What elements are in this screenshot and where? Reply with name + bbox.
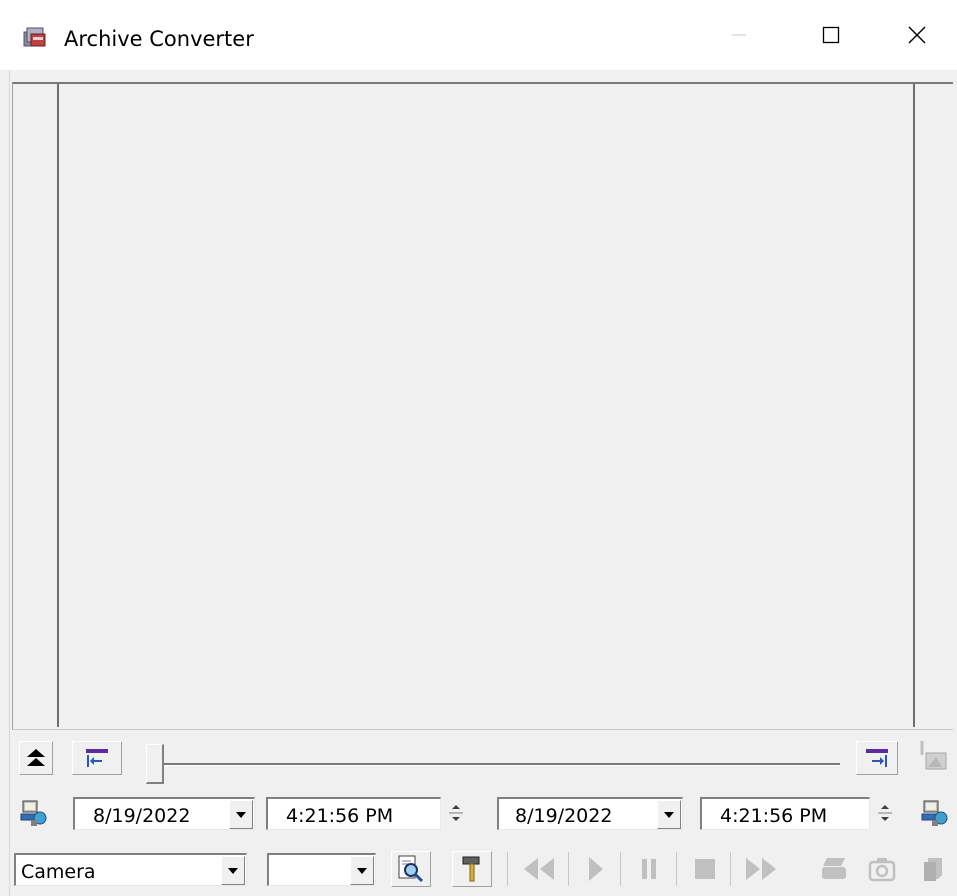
collapse-button[interactable] [19, 741, 53, 775]
spinner-up-down-icon [449, 805, 463, 821]
close-icon [908, 26, 926, 44]
start-time-field[interactable]: 4:21:56 PM [266, 797, 441, 830]
connect-right-button[interactable] [916, 796, 954, 830]
set-end-button[interactable] [856, 741, 898, 775]
source-select[interactable]: Camera [14, 853, 247, 886]
end-time-spinner[interactable] [870, 797, 900, 831]
pause-button[interactable] [627, 851, 671, 887]
title-bar: Archive Converter [0, 0, 957, 70]
play-icon [589, 857, 603, 881]
double-up-arrow-icon [27, 749, 45, 766]
maximize-icon [822, 26, 840, 44]
end-date-value: 8/19/2022 [515, 805, 613, 827]
toolbar-separator [730, 852, 731, 886]
export-image-icon [920, 741, 947, 770]
toolbar-separator [507, 852, 508, 886]
maximize-button[interactable] [785, 0, 877, 70]
window-left-border [0, 70, 10, 896]
play-button[interactable] [573, 851, 617, 887]
stop-icon [695, 859, 715, 879]
copy-button[interactable] [912, 851, 954, 887]
source-select-value: Camera [21, 861, 96, 883]
server-connect-icon [20, 800, 47, 826]
start-date-dropdown-button[interactable] [229, 800, 253, 829]
chevron-down-icon [664, 811, 674, 818]
end-time-value: 4:21:56 PM [720, 805, 828, 827]
rewind-button[interactable] [513, 851, 565, 887]
pause-icon [642, 859, 656, 879]
toolbar-separator [620, 852, 621, 886]
rewind-icon [524, 858, 554, 880]
source-select-dropdown-button[interactable] [221, 856, 245, 885]
mark-start-icon [86, 749, 108, 767]
fast-forward-button[interactable] [735, 851, 787, 887]
end-time-field[interactable]: 4:21:56 PM [700, 797, 870, 830]
archive-converter-app-icon [22, 24, 48, 50]
fast-forward-icon [746, 858, 776, 880]
server-connect-icon [921, 800, 948, 826]
search-magnifier-icon [398, 855, 424, 883]
print-button[interactable] [812, 851, 856, 887]
snapshot-camera-icon [868, 858, 896, 882]
window-title: Archive Converter [64, 27, 254, 51]
mark-end-icon [866, 749, 888, 767]
export-image-button[interactable] [912, 735, 954, 777]
timeline-slider-track[interactable] [162, 763, 840, 766]
chevron-down-icon [236, 811, 246, 818]
viewer-right-divider [913, 84, 915, 727]
spinner-up-down-icon [878, 805, 892, 821]
end-date-dropdown-button[interactable] [657, 800, 681, 829]
chevron-down-icon [357, 867, 367, 874]
start-time-value: 4:21:56 PM [286, 805, 394, 827]
settings-button[interactable] [452, 851, 492, 887]
search-button[interactable] [391, 851, 431, 887]
minimize-button[interactable] [693, 0, 785, 70]
viewer-left-divider [57, 84, 59, 727]
toolbar-separator [676, 852, 677, 886]
connect-left-button[interactable] [17, 796, 51, 830]
timeline-slider-thumb[interactable] [146, 744, 164, 784]
start-time-spinner[interactable] [441, 797, 471, 831]
end-date-picker[interactable]: 8/19/2022 [497, 797, 683, 830]
copy-icon [924, 858, 942, 881]
chevron-down-icon [228, 867, 238, 874]
start-date-value: 8/19/2022 [93, 805, 191, 827]
snapshot-button[interactable] [860, 851, 904, 887]
minimize-icon [732, 34, 746, 36]
toolbar-separator [568, 852, 569, 886]
stop-button[interactable] [683, 851, 727, 887]
set-start-button[interactable] [72, 741, 122, 775]
hammer-tools-icon [462, 856, 480, 882]
video-display-area [12, 82, 953, 730]
start-date-picker[interactable]: 8/19/2022 [73, 797, 255, 830]
close-button[interactable] [877, 0, 957, 70]
secondary-select-dropdown-button[interactable] [350, 856, 374, 885]
secondary-select[interactable] [267, 853, 376, 886]
print-icon [822, 858, 846, 879]
